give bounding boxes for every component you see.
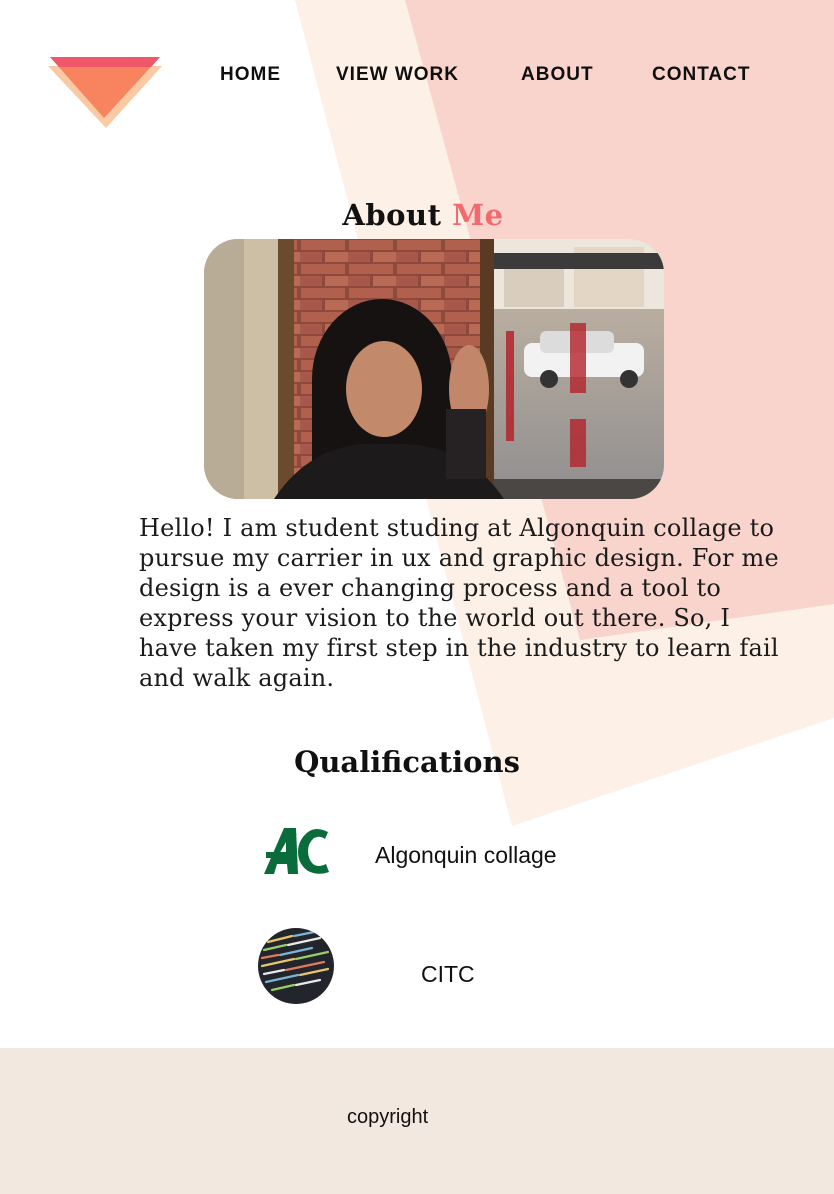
qualifications-heading: Qualifications [294, 745, 520, 779]
copyright-text: copyright [347, 1106, 429, 1128]
about-heading-main: About [342, 198, 442, 232]
main-nav: HOME VIEW WORK ABOUT CONTACT [0, 64, 834, 92]
about-heading: About Me [0, 198, 834, 232]
page-footer: copyright [0, 1048, 834, 1194]
nav-about-link[interactable]: ABOUT [521, 64, 594, 86]
algonquin-logo-icon [264, 828, 329, 874]
qualification-name-citc: CITC [421, 961, 475, 987]
nav-contact-link[interactable]: CONTACT [652, 64, 750, 86]
about-heading-accent: Me [452, 198, 504, 232]
profile-photo [204, 239, 664, 499]
code-screen-icon [258, 928, 334, 1004]
nav-home-link[interactable]: HOME [220, 64, 281, 86]
qualification-name-algonquin: Algonquin collage [375, 842, 557, 868]
about-bio-text: Hello! I am student studing at Algonquin… [139, 514, 779, 692]
nav-view-work-link[interactable]: VIEW WORK [336, 64, 459, 86]
